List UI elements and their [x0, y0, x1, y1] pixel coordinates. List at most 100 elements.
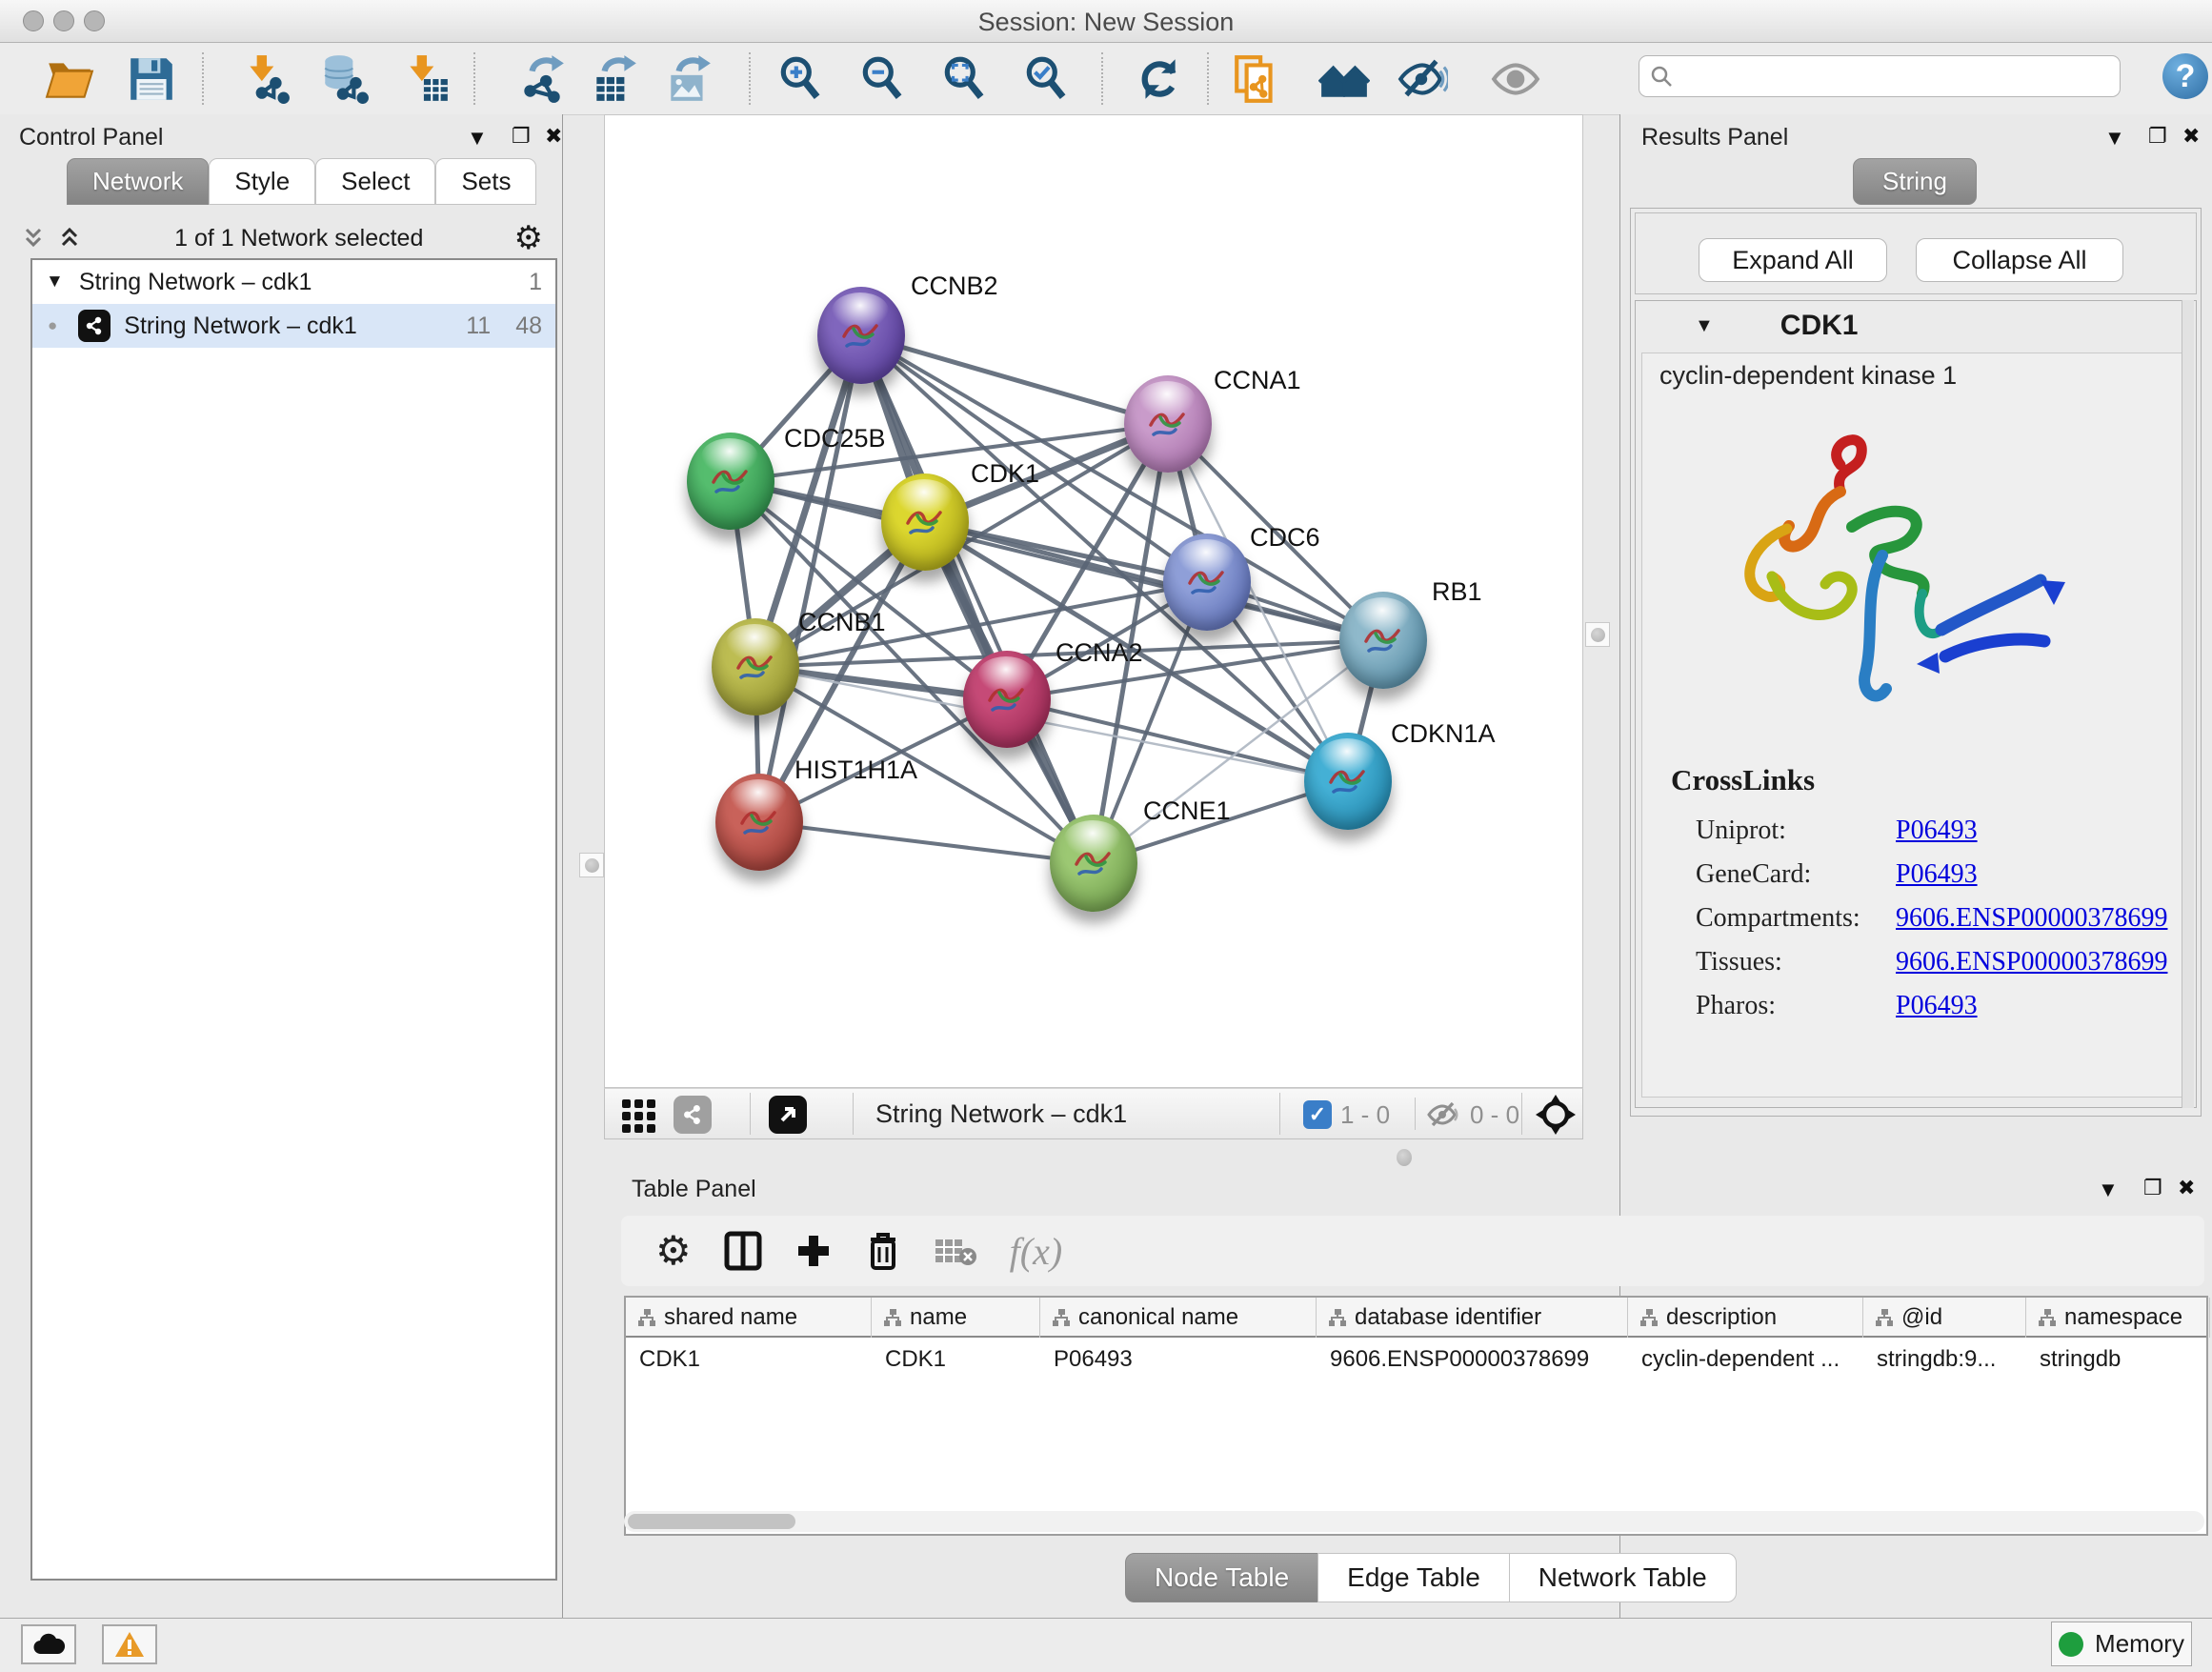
create-column-plus-icon[interactable]: [794, 1232, 833, 1270]
import-network-database-icon[interactable]: [316, 51, 372, 107]
scrollbar-thumb[interactable]: [628, 1514, 795, 1529]
tab-style[interactable]: Style: [209, 158, 315, 205]
table-cell[interactable]: 9606.ENSP00000378699: [1317, 1341, 1628, 1378]
table-cell[interactable]: CDK1: [872, 1341, 1040, 1378]
expand-all-button[interactable]: Expand All: [1699, 238, 1887, 282]
table-cell[interactable]: stringdb: [2026, 1341, 2210, 1378]
memory-button[interactable]: Memory: [2051, 1622, 2192, 1666]
zoom-out-icon[interactable]: [855, 51, 911, 107]
tab-string[interactable]: String: [1853, 158, 1977, 205]
crosslink-link[interactable]: 9606.ENSP00000378699: [1896, 903, 2167, 934]
network-node-cdc25b[interactable]: [687, 433, 774, 530]
import-network-file-icon[interactable]: [238, 51, 293, 107]
network-node-ccnb1[interactable]: [712, 618, 799, 715]
table-horizontal-scrollbar[interactable]: [624, 1511, 2204, 1532]
birds-eye-view-icon[interactable]: [620, 1096, 658, 1138]
zoom-selected-icon[interactable]: [1019, 51, 1075, 107]
node-table[interactable]: shared namenamecanonical namedatabase id…: [624, 1296, 2208, 1536]
panel-float-icon[interactable]: ❐: [512, 124, 531, 149]
delete-column-trash-icon[interactable]: [865, 1230, 901, 1272]
import-table-file-icon[interactable]: [398, 51, 453, 107]
tab-select[interactable]: Select: [315, 158, 435, 205]
network-node-cdk1[interactable]: [881, 473, 969, 571]
function-builder-icon[interactable]: f(x): [1010, 1229, 1063, 1274]
crosshair-icon[interactable]: [1535, 1094, 1577, 1140]
network-overview-share-icon[interactable]: [674, 1096, 712, 1134]
entry-header[interactable]: ▼ CDK1: [1636, 301, 2196, 351]
column-header-description[interactable]: description: [1628, 1298, 1863, 1338]
network-node-cdc6[interactable]: [1163, 534, 1251, 631]
table-cell[interactable]: stringdb:9...: [1863, 1341, 2026, 1378]
show-columns-icon[interactable]: [724, 1230, 762, 1272]
duplicate-network-icon[interactable]: [1229, 51, 1284, 107]
export-table-icon[interactable]: [587, 51, 642, 107]
search-field[interactable]: [1639, 55, 2121, 97]
crosslink-link[interactable]: P06493: [1896, 991, 1978, 1021]
show-all-eye-icon[interactable]: [1488, 51, 1543, 107]
export-view-icon[interactable]: [769, 1096, 807, 1134]
panel-float-icon[interactable]: ❐: [2148, 124, 2167, 149]
network-node-ccnb2[interactable]: [817, 287, 905, 384]
network-node-hist1h1a[interactable]: [715, 774, 803, 871]
splitter-handle[interactable]: [1585, 622, 1610, 647]
column-header-canonicalname[interactable]: canonical name: [1040, 1298, 1317, 1338]
network-canvas[interactable]: CCNB2CCNA1CDC25BCDK1CDC6RB1CCNB1CCNA2CDK…: [604, 114, 1583, 1088]
panel-float-icon[interactable]: ❐: [2143, 1176, 2162, 1200]
tree-expander-icon[interactable]: ▼: [46, 272, 64, 292]
network-node-ccne1[interactable]: [1050, 815, 1137, 912]
zoom-in-icon[interactable]: [774, 51, 829, 107]
crosslink-link[interactable]: 9606.ENSP00000378699: [1896, 947, 2167, 977]
collapse-all-button[interactable]: Collapse All: [1916, 238, 2123, 282]
splitter-handle[interactable]: [579, 853, 604, 877]
crosslink-link[interactable]: P06493: [1896, 859, 1978, 890]
column-header-sharedname[interactable]: shared name: [626, 1298, 872, 1338]
open-session-icon[interactable]: [42, 51, 97, 107]
network-options-gear-icon[interactable]: ⚙: [514, 224, 543, 252]
entry-expander-icon[interactable]: ▼: [1695, 315, 1714, 337]
collapse-all-chevron-icon[interactable]: [19, 224, 48, 252]
hide-selected-eye-slash-icon[interactable]: [1395, 51, 1450, 107]
panel-close-icon[interactable]: ✖: [2182, 124, 2200, 149]
column-header-name[interactable]: name: [872, 1298, 1040, 1338]
network-node-ccna1[interactable]: [1124, 375, 1212, 473]
network-node-cdkn1a[interactable]: [1304, 733, 1392, 830]
warnings-button[interactable]: [102, 1624, 157, 1664]
home-icon[interactable]: [1317, 51, 1372, 107]
tab-edge-table[interactable]: Edge Table: [1317, 1553, 1510, 1602]
refresh-view-icon[interactable]: [1132, 51, 1187, 107]
entry-name: CDK1: [1780, 310, 1859, 342]
export-network-icon[interactable]: [514, 51, 570, 107]
network-row-selected[interactable]: ● String Network – cdk1 11 48: [32, 304, 555, 348]
column-header-databaseidentifier[interactable]: database identifier: [1317, 1298, 1628, 1338]
tab-network[interactable]: Network: [67, 158, 209, 205]
results-scrollbar[interactable]: [2182, 300, 2194, 1108]
table-cell[interactable]: cyclin-dependent ...: [1628, 1341, 1863, 1378]
network-node-ccna2[interactable]: [963, 651, 1051, 748]
expand-all-chevron-icon[interactable]: [55, 224, 84, 252]
panel-close-icon[interactable]: ✖: [545, 124, 562, 149]
splitter-handle[interactable]: [1397, 1149, 1412, 1166]
zoom-fit-icon[interactable]: [937, 51, 993, 107]
delete-table-icon[interactable]: [934, 1234, 977, 1268]
tab-sets[interactable]: Sets: [435, 158, 536, 205]
network-node-rb1[interactable]: [1339, 592, 1427, 689]
cloud-button[interactable]: [21, 1624, 76, 1664]
panel-menu-caret-icon[interactable]: ▼: [467, 126, 488, 151]
panel-menu-caret-icon[interactable]: ▼: [2104, 126, 2125, 151]
panel-menu-caret-icon[interactable]: ▼: [2098, 1178, 2119, 1202]
save-session-icon[interactable]: [124, 51, 179, 107]
tab-node-table[interactable]: Node Table: [1125, 1553, 1318, 1602]
network-collection-row[interactable]: ▼ String Network – cdk1 1: [32, 260, 555, 304]
table-cell[interactable]: P06493: [1040, 1341, 1317, 1378]
crosslink-link[interactable]: P06493: [1896, 816, 1978, 846]
export-image-icon[interactable]: [661, 51, 716, 107]
table-settings-gear-icon[interactable]: ⚙: [655, 1231, 692, 1271]
column-header-id[interactable]: @id: [1863, 1298, 2026, 1338]
tab-network-table[interactable]: Network Table: [1509, 1553, 1737, 1602]
column-header-namespace[interactable]: namespace: [2026, 1298, 2210, 1338]
panel-close-icon[interactable]: ✖: [2178, 1176, 2195, 1200]
help-button[interactable]: ?: [2162, 53, 2208, 99]
search-input[interactable]: [1674, 62, 2110, 91]
selected-checkbox-icon[interactable]: ✓: [1303, 1100, 1332, 1129]
table-cell[interactable]: CDK1: [626, 1341, 872, 1378]
